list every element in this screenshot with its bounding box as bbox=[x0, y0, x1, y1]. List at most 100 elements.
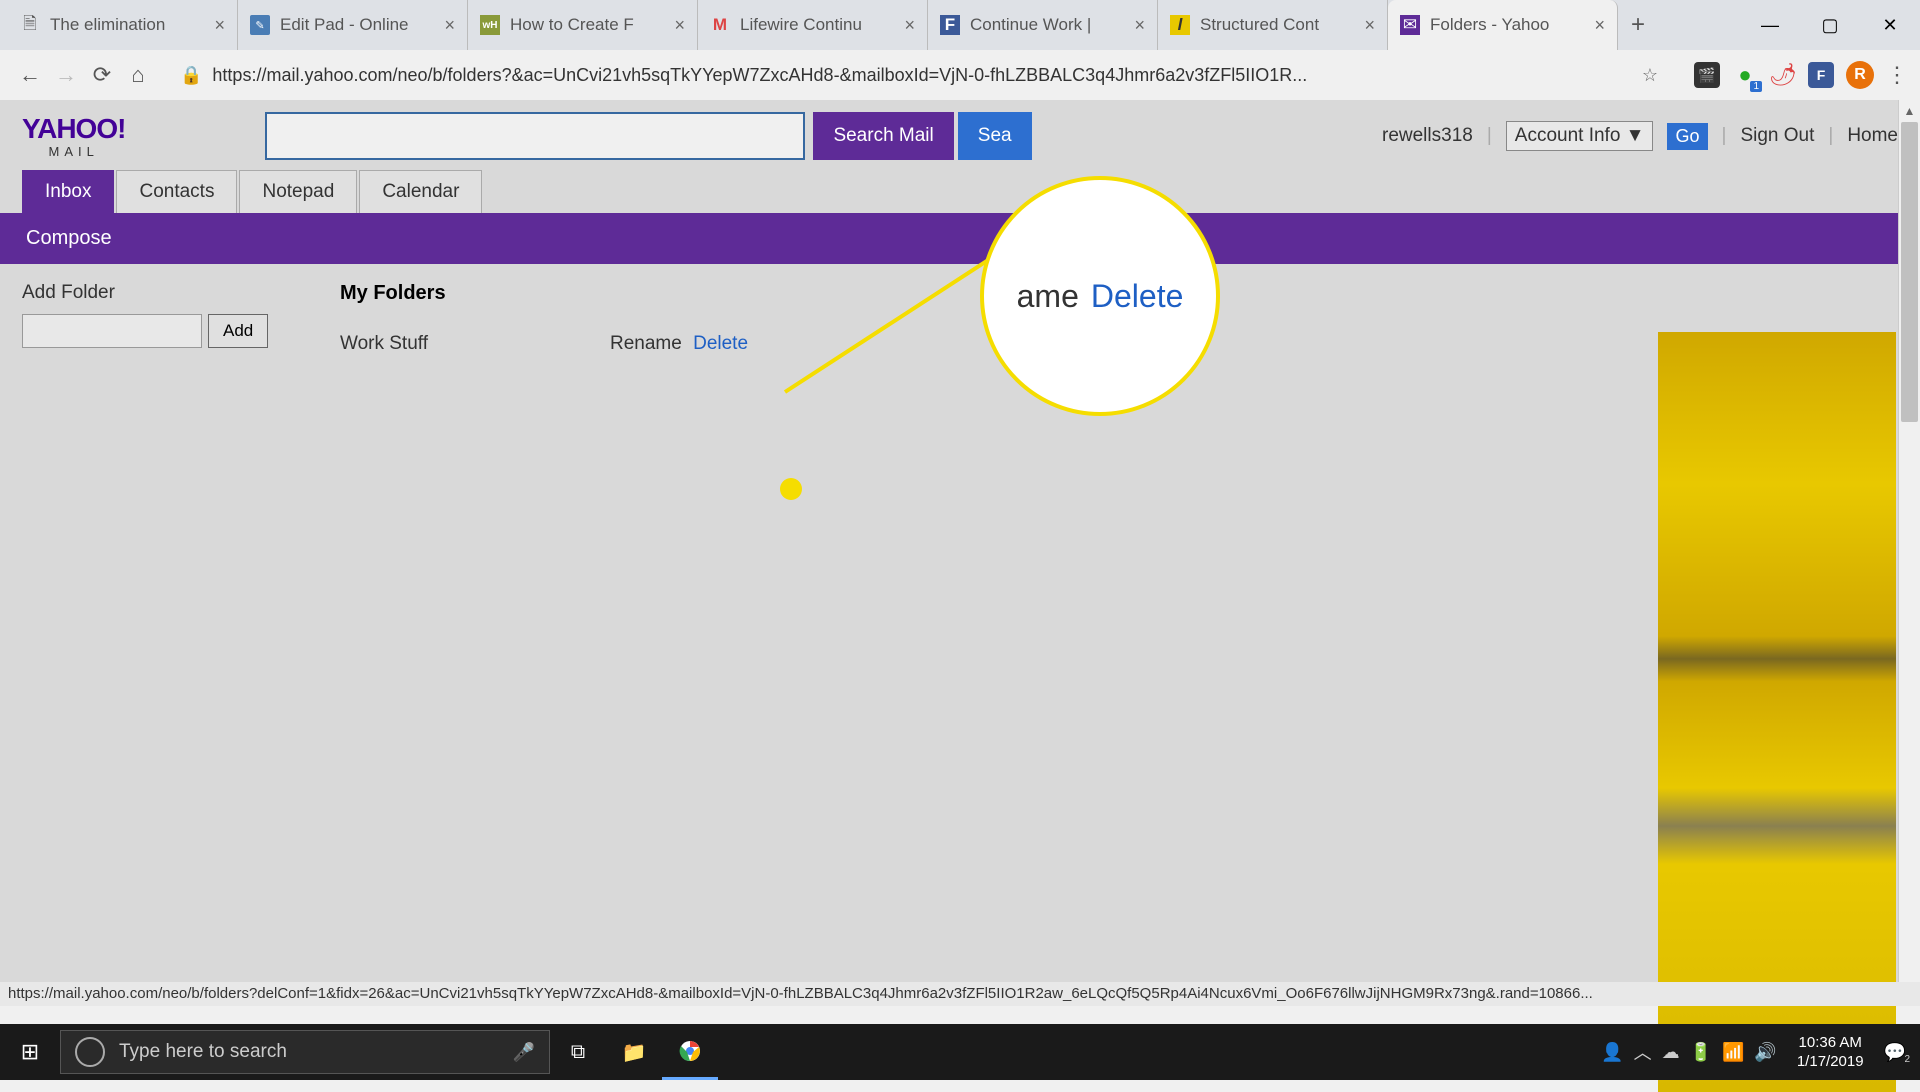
chrome-icon[interactable] bbox=[662, 1024, 718, 1080]
tab-continue[interactable]: F Continue Work | × bbox=[928, 0, 1158, 50]
close-icon[interactable]: × bbox=[1134, 15, 1145, 36]
url-box[interactable]: 🔒 https://mail.yahoo.com/neo/b/folders?&… bbox=[164, 65, 1674, 86]
back-button[interactable]: ← bbox=[12, 57, 48, 93]
clock[interactable]: 10:36 AM 1/17/2019 bbox=[1787, 1033, 1874, 1072]
compose-link[interactable]: Compose bbox=[26, 227, 112, 249]
taskbar: ⊞ Type here to search 🎤 ⧉ 📁 👤 ︿ ☁ 🔋 📶 🔊 … bbox=[0, 1024, 1920, 1080]
separator: | bbox=[1828, 125, 1833, 147]
page-content: YAHOO! MAIL Search Mail Sea rewells318 |… bbox=[0, 100, 1920, 1006]
menu-icon[interactable]: ⋮ bbox=[1886, 62, 1908, 88]
tab-title: Edit Pad - Online bbox=[280, 15, 436, 35]
scrollbar-thumb[interactable] bbox=[1901, 122, 1918, 422]
scrollbar-up-icon[interactable]: ▲ bbox=[1899, 100, 1920, 122]
maximize-button[interactable]: ▢ bbox=[1800, 0, 1860, 50]
yahoo-header: YAHOO! MAIL Search Mail Sea rewells318 |… bbox=[0, 100, 1920, 164]
lock-icon: 🔒 bbox=[180, 65, 202, 86]
extension-icon[interactable]: ●1 bbox=[1732, 62, 1758, 88]
extension-icon[interactable]: F bbox=[1808, 62, 1834, 88]
yahoo-logo[interactable]: YAHOO! MAIL bbox=[22, 113, 125, 159]
star-icon[interactable]: ☆ bbox=[1642, 65, 1658, 86]
home-link[interactable]: Home bbox=[1847, 125, 1898, 147]
extension-icon[interactable]: 🌶 bbox=[1770, 62, 1796, 88]
mic-icon[interactable]: 🎤 bbox=[513, 1042, 535, 1063]
chevron-up-icon[interactable]: ︿ bbox=[1634, 1039, 1652, 1065]
search-input[interactable] bbox=[265, 112, 805, 160]
action-center-icon[interactable]: 💬2 bbox=[1884, 1042, 1906, 1063]
tab-folders[interactable]: ✉ Folders - Yahoo × bbox=[1388, 0, 1618, 50]
compose-bar: Compose bbox=[0, 213, 1920, 264]
tab-howto[interactable]: wH How to Create F × bbox=[468, 0, 698, 50]
logo-subtitle: MAIL bbox=[22, 144, 125, 159]
new-tab-button[interactable]: + bbox=[1618, 0, 1658, 50]
address-bar: ← → ⟳ ⌂ 🔒 https://mail.yahoo.com/neo/b/f… bbox=[0, 50, 1920, 100]
tab-lifewire[interactable]: M Lifewire Continu × bbox=[698, 0, 928, 50]
tab-editpad[interactable]: ✎ Edit Pad - Online × bbox=[238, 0, 468, 50]
callout-content: ame Delete bbox=[1017, 278, 1184, 315]
battery-icon[interactable]: 🔋 bbox=[1690, 1042, 1712, 1063]
editpad-icon: ✎ bbox=[250, 15, 270, 35]
start-button[interactable]: ⊞ bbox=[0, 1024, 60, 1080]
add-folder-input[interactable] bbox=[22, 314, 202, 348]
tab-inbox[interactable]: Inbox bbox=[22, 170, 114, 213]
status-url: https://mail.yahoo.com/neo/b/folders?del… bbox=[8, 985, 1593, 1002]
gmail-icon: M bbox=[710, 15, 730, 35]
extension-icon[interactable]: 🎬 bbox=[1694, 62, 1720, 88]
callout-rename-partial: ame bbox=[1017, 278, 1079, 315]
close-icon[interactable]: × bbox=[674, 15, 685, 36]
file-icon: 🗎 bbox=[20, 15, 40, 35]
tab-calendar[interactable]: Calendar bbox=[359, 170, 482, 213]
tab-title: How to Create F bbox=[510, 15, 666, 35]
scrollbar[interactable]: ▲ ▼ bbox=[1898, 100, 1920, 1006]
close-icon[interactable]: × bbox=[1364, 15, 1375, 36]
callout-delete: Delete bbox=[1091, 278, 1184, 315]
date-label: 1/17/2019 bbox=[1797, 1052, 1864, 1072]
tab-title: Continue Work | bbox=[970, 15, 1126, 35]
tab-elimination[interactable]: 🗎 The elimination × bbox=[8, 0, 238, 50]
tab-notepad[interactable]: Notepad bbox=[239, 170, 357, 213]
task-view-icon[interactable]: ⧉ bbox=[550, 1024, 606, 1080]
forward-button[interactable]: → bbox=[48, 57, 84, 93]
go-button[interactable]: Go bbox=[1667, 123, 1707, 150]
rename-link[interactable]: Rename bbox=[610, 333, 682, 354]
status-bar: https://mail.yahoo.com/neo/b/folders?del… bbox=[0, 982, 1920, 1006]
minimize-button[interactable]: — bbox=[1740, 0, 1800, 50]
tab-structured[interactable]: l Structured Cont × bbox=[1158, 0, 1388, 50]
wikihow-icon: wH bbox=[480, 15, 500, 35]
file-explorer-icon[interactable]: 📁 bbox=[606, 1024, 662, 1080]
onedrive-icon[interactable]: ☁ bbox=[1662, 1042, 1680, 1063]
tab-contacts[interactable]: Contacts bbox=[116, 170, 237, 213]
delete-link[interactable]: Delete bbox=[693, 333, 748, 354]
cortana-icon bbox=[75, 1037, 105, 1067]
close-icon[interactable]: × bbox=[1594, 15, 1605, 36]
reload-button[interactable]: ⟳ bbox=[84, 57, 120, 93]
folder-name: Work Stuff bbox=[340, 333, 610, 355]
system-tray: 👤 ︿ ☁ 🔋 📶 🔊 10:36 AM 1/17/2019 💬2 bbox=[1601, 1033, 1920, 1072]
nav-tabs: Inbox Contacts Notepad Calendar bbox=[0, 170, 1920, 213]
search-mail-button[interactable]: Search Mail bbox=[813, 112, 953, 160]
taskbar-search[interactable]: Type here to search 🎤 bbox=[60, 1030, 550, 1074]
home-button[interactable]: ⌂ bbox=[120, 57, 156, 93]
volume-icon[interactable]: 🔊 bbox=[1754, 1042, 1776, 1063]
user-area: rewells318 | Account Info ▼ Go | Sign Ou… bbox=[1382, 121, 1898, 151]
sign-out-link[interactable]: Sign Out bbox=[1740, 125, 1814, 147]
profile-icon[interactable]: R bbox=[1846, 61, 1874, 89]
time-label: 10:36 AM bbox=[1797, 1033, 1864, 1053]
tab-title: The elimination bbox=[50, 15, 206, 35]
tab-title: Structured Cont bbox=[1200, 15, 1356, 35]
account-info-dropdown[interactable]: Account Info ▼ bbox=[1506, 121, 1654, 151]
close-icon[interactable]: × bbox=[214, 15, 225, 36]
wifi-icon[interactable]: 📶 bbox=[1722, 1042, 1744, 1063]
callout-dot bbox=[780, 478, 802, 500]
tab-title: Lifewire Continu bbox=[740, 15, 896, 35]
separator: | bbox=[1722, 125, 1727, 147]
extension-icons: 🎬 ●1 🌶 F R ⋮ bbox=[1694, 61, 1908, 89]
search-web-button[interactable]: Sea bbox=[958, 112, 1032, 160]
close-button[interactable]: ✕ bbox=[1860, 0, 1920, 50]
window-controls: — ▢ ✕ bbox=[1740, 0, 1920, 50]
close-icon[interactable]: × bbox=[904, 15, 915, 36]
browser-chrome: 🗎 The elimination × ✎ Edit Pad - Online … bbox=[0, 0, 1920, 100]
sidebar: Add Folder Add bbox=[0, 264, 340, 373]
people-icon[interactable]: 👤 bbox=[1601, 1042, 1623, 1063]
close-icon[interactable]: × bbox=[444, 15, 455, 36]
add-button[interactable]: Add bbox=[208, 314, 268, 348]
